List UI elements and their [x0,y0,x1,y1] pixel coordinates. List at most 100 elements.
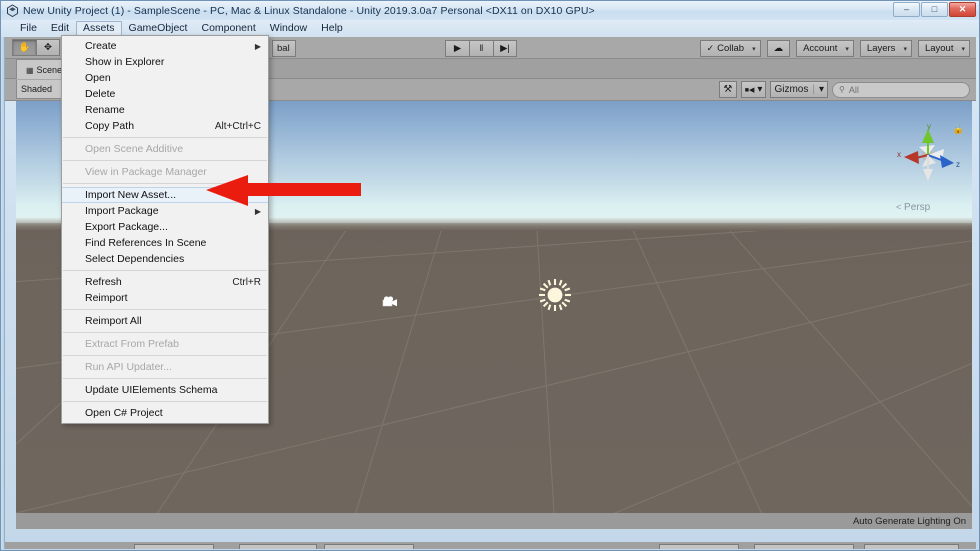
left-window-edge [1,37,5,549]
lighting-status-bar: Auto Generate Lighting On [16,513,972,529]
menu-item-export-package[interactable]: Export Package... [62,219,268,235]
grid-icon: ▦ [25,65,34,75]
menu-item-copy-path[interactable]: Copy Path Alt+Ctrl+C [62,118,268,134]
menu-item-label: Export Package... [85,221,168,233]
menu-item-reimport[interactable]: Reimport [62,290,268,306]
menu-item-label: Update UIElements Schema [85,384,218,396]
menu-item-open[interactable]: Open [62,70,268,86]
move-tool[interactable]: ✥ [36,39,60,56]
menu-separator [63,309,267,310]
scene-search-input[interactable]: ⚲ All [832,81,970,98]
menu-item-help[interactable]: Help [314,21,350,36]
scene-camera-dropdown[interactable]: ■◀ ▾ [740,81,767,98]
minimize-button[interactable]: – [893,2,920,17]
directional-light-icon[interactable] [538,278,572,317]
handle-rotation-label: bal [277,43,290,54]
menu-item-create[interactable]: Create ▶ [62,38,268,54]
hand-tool[interactable]: ✋ [12,39,36,56]
menu-item-extract-from-prefab: Extract From Prefab [62,336,268,352]
menu-item-refresh[interactable]: Refresh Ctrl+R [62,274,268,290]
chevron-down-icon: ▾ [961,45,965,53]
menu-item-view-in-package-manager: View in Package Manager [62,164,268,180]
menu-item-label: View in Package Manager [85,166,207,178]
maximize-icon: □ [931,4,938,14]
pause-button[interactable]: ‖ [469,40,493,57]
chevron-down-icon: ▾ [845,45,849,53]
menu-item-update-uielements-schema[interactable]: Update UIElements Schema [62,382,268,398]
main-camera-icon[interactable] [382,295,402,315]
play-button[interactable]: ▶ [445,40,469,57]
bottom-tab-1[interactable] [134,544,214,549]
submenu-arrow-icon: ▶ [254,206,261,216]
lock-icon[interactable]: 🔒 [953,124,964,135]
window-titlebar: New Unity Project (1) - SampleScene - PC… [1,1,979,20]
menu-item-file[interactable]: File [13,21,44,36]
lighting-status-text: Auto Generate Lighting On [852,515,966,527]
menu-item-reimport-all[interactable]: Reimport All [62,313,268,329]
account-dropdown[interactable]: Account ▾ [796,40,854,57]
submenu-arrow-icon: ▶ [254,41,261,51]
close-button[interactable]: ✕ [949,2,976,17]
step-button[interactable]: ▶| [493,40,517,57]
menu-separator [63,355,267,356]
menu-item-label: Open C# Project [85,407,163,419]
menu-item-shortcut: Ctrl+R [232,276,261,288]
gizmos-dropdown[interactable]: Gizmos | ▾ [770,81,828,98]
menu-separator [63,401,267,402]
unity-editor-window: New Unity Project (1) - SampleScene - PC… [0,0,980,551]
menu-item-label: Rename [85,104,125,116]
menu-item-label: Create [85,40,117,52]
bottom-tab-3[interactable] [324,544,414,549]
menu-item-gameobject[interactable]: GameObject [122,21,195,36]
menu-separator [63,160,267,161]
menu-item-label: Reimport All [85,315,142,327]
menu-item-label: Refresh [85,276,122,288]
draw-mode-label: Shaded [21,84,53,94]
menu-item-label: Open [85,72,111,84]
minimize-icon: – [903,4,909,14]
persp-text: Persp [904,202,931,213]
menu-item-edit[interactable]: Edit [44,21,76,36]
window-controls: – □ ✕ [893,2,976,17]
menu-item-find-references-in-scene[interactable]: Find References In Scene [62,235,268,251]
close-icon: ✕ [958,4,967,14]
menu-item-window[interactable]: Window [263,21,314,36]
layout-dropdown[interactable]: Layout ▾ [917,40,970,57]
menu-separator [63,332,267,333]
menu-item-import-new-asset[interactable]: Import New Asset... [62,187,268,203]
transform-tools: ✋ ✥ [12,39,60,56]
gizmo-x-label: x [897,150,901,159]
bottom-tab-5[interactable] [754,544,854,549]
maximize-button[interactable]: □ [921,2,948,17]
menu-item-shortcut: Alt+Ctrl+C [214,120,261,132]
bottom-panel-tabstrip [4,542,976,549]
menu-item-import-package[interactable]: Import Package ▶ [62,203,268,219]
menu-item-show-in-explorer[interactable]: Show in Explorer [62,54,268,70]
unity-logo-icon [6,4,19,17]
menu-item-rename[interactable]: Rename [62,102,268,118]
menu-item-label: Import New Asset... [85,189,177,201]
bottom-tab-4[interactable] [659,544,739,549]
bottom-tab-2[interactable] [239,544,317,549]
cloud-button[interactable]: ☁ [766,40,791,57]
menu-item-run-api-updater: Run API Updater... [62,359,268,375]
layers-dropdown[interactable]: Layers ▾ [859,40,912,57]
menu-item-component[interactable]: Component [194,21,262,36]
camera-icon: ■◀ [744,86,755,94]
layout-label: Layout [924,43,954,54]
menu-item-label: Show in Explorer [85,56,165,68]
window-title: New Unity Project (1) - SampleScene - PC… [23,4,595,17]
scene-orientation-gizmo[interactable]: 🔒 y x z < Persp [888,122,966,215]
scene-fx-button[interactable]: ⚒ [718,81,737,98]
handle-rotation-button[interactable]: bal [272,40,296,57]
collab-button[interactable]: ✓ Collab ▾ [699,40,761,57]
collab-check-icon: ✓ [706,43,715,53]
menu-item-assets[interactable]: Assets [76,21,122,36]
menu-item-open-c-project[interactable]: Open C# Project [62,405,268,421]
menu-item-select-dependencies[interactable]: Select Dependencies [62,251,268,267]
menu-item-delete[interactable]: Delete [62,86,268,102]
menu-separator [63,183,267,184]
chevron-down-icon: ▾ [818,84,824,95]
bottom-tab-6[interactable] [864,544,959,549]
projection-mode-label[interactable]: < Persp [896,202,930,213]
